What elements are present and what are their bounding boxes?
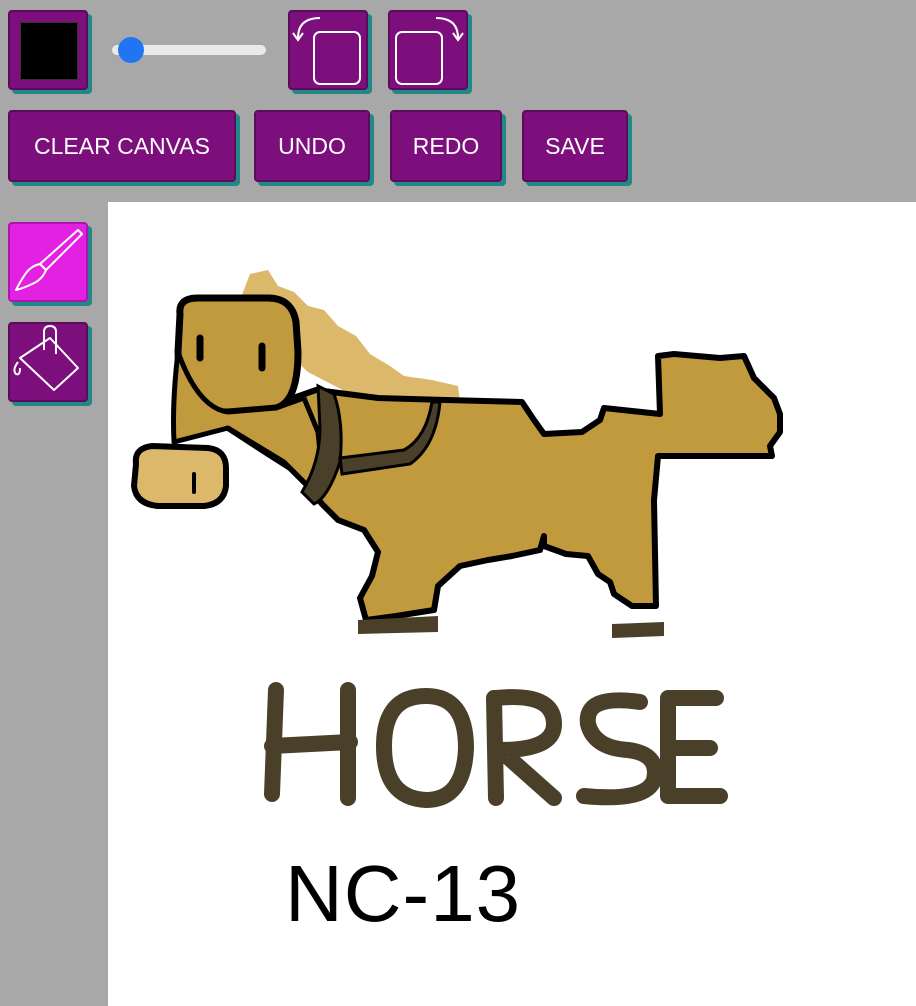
slider-knob[interactable] xyxy=(118,37,144,63)
rotate-right-button[interactable] xyxy=(388,10,468,90)
horse-back-hoof xyxy=(612,622,664,638)
color-picker-button[interactable] xyxy=(8,10,88,90)
brush-icon xyxy=(15,229,83,291)
fill-tool-button[interactable] xyxy=(8,322,88,402)
rotate-left-icon xyxy=(292,17,361,85)
rotate-left-button[interactable] xyxy=(288,10,368,90)
rotate-right-icon xyxy=(395,17,464,85)
current-color-swatch xyxy=(20,22,78,80)
clear-canvas-button[interactable]: CLEAR CANVAS xyxy=(8,110,236,182)
horse-muzzle xyxy=(130,442,229,509)
redo-button[interactable]: REDO xyxy=(390,110,502,182)
paint-bucket-icon xyxy=(13,324,79,391)
brush-tool-button[interactable] xyxy=(8,222,88,302)
horse-lettering xyxy=(264,682,728,808)
undo-button[interactable]: UNDO xyxy=(254,110,370,182)
drawing-code-label: NC-13 xyxy=(285,849,522,938)
brush-size-slider[interactable] xyxy=(112,37,266,63)
save-button[interactable]: SAVE xyxy=(522,110,628,182)
